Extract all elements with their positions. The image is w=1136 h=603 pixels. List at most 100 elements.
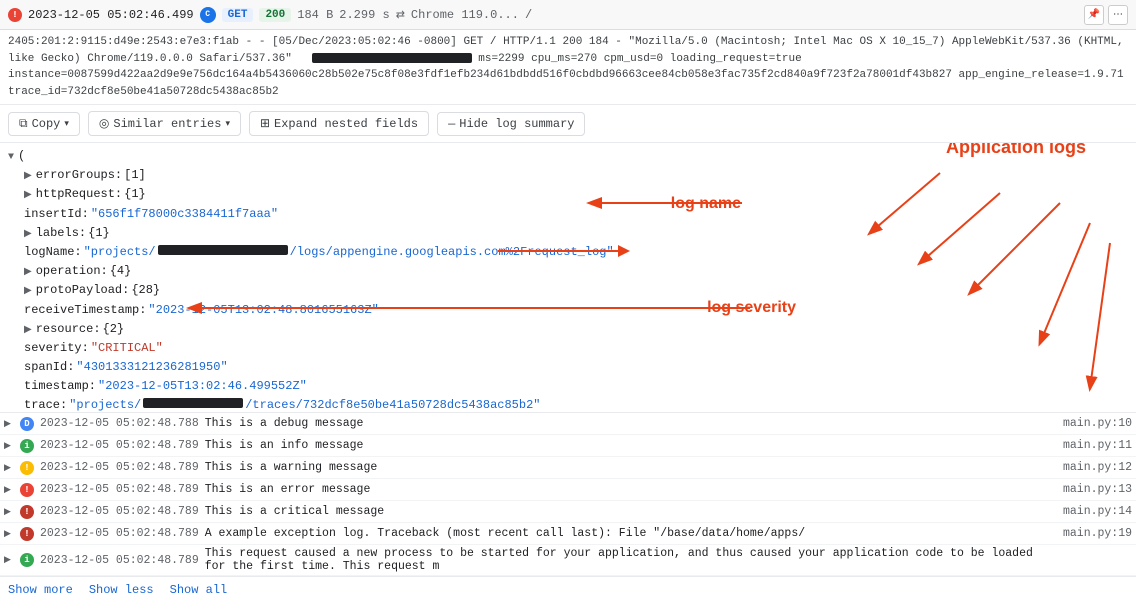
json-receive-timestamp: receiveTimestamp: "2023-12-05T13:02:48.8… [8,301,1128,320]
entry-message: This is an info message [205,439,1036,452]
entry-message: This request caused a new process to be … [205,547,1036,573]
json-http-request: ▶ httpRequest: {1} [8,185,1128,204]
entry-message: This is an error message [205,483,1036,496]
log-entry[interactable]: ▶ i 2023-12-05 05:02:48.789 This request… [0,545,1136,576]
entry-file: main.py:13 [1042,483,1132,496]
entry-timestamp: 2023-12-05 05:02:48.788 [40,417,199,430]
log-entries-list: ▶ D 2023-12-05 05:02:48.788 This is a de… [0,413,1136,576]
entry-file: main.py:12 [1042,461,1132,474]
show-more-button[interactable]: Show more [8,583,73,597]
entry-timestamp: 2023-12-05 05:02:48.789 [40,461,199,474]
expand-icon[interactable]: ▶ [4,507,14,517]
copy-icon: ⧉ [19,117,28,131]
expand-icon[interactable]: ▶ [24,323,32,339]
entry-message: A example exception log. Traceback (most… [205,527,1036,540]
log-entry[interactable]: ▶ ! 2023-12-05 05:02:48.789 This is an e… [0,479,1136,501]
entry-message: This is a critical message [205,505,1036,518]
log-entry[interactable]: ▶ ! 2023-12-05 05:02:48.789 This is a cr… [0,501,1136,523]
similar-chevron-icon: ▾ [225,119,230,129]
expand-icon[interactable]: ▶ [4,529,14,539]
expand-icon[interactable]: ▶ [4,463,14,473]
json-insert-id: insertId: "656f1f78000c3384411f7aaa" [8,205,1128,224]
log-meta-line1: 2405:201:2:9115:d49e:2543:e7e3:f1ab - - … [8,34,1128,67]
hide-log-summary-button[interactable]: — Hide log summary [437,112,585,136]
expand-icon[interactable]: ▶ [4,485,14,495]
severity-icon-info: i [20,553,34,567]
path-separator: / [525,8,532,22]
show-all-button[interactable]: Show all [170,583,228,597]
more-options-button[interactable]: ⋯ [1108,5,1128,25]
pin-button[interactable]: 📌 [1084,5,1104,25]
copy-chevron-icon: ▾ [64,119,69,129]
root-collapse-icon[interactable]: ▼ [8,150,14,166]
expand-icon[interactable]: ▶ [4,555,14,565]
entry-timestamp: 2023-12-05 05:02:48.789 [40,527,199,540]
json-timestamp: timestamp: "2023-12-05T13:02:46.499552Z" [8,377,1128,396]
severity-icon-critical: ! [20,527,34,541]
entry-timestamp: 2023-12-05 05:02:48.789 [40,554,199,567]
json-viewer: ▼ ( ▶ errorGroups: [1] ▶ httpRequest: {1… [0,143,1136,413]
hide-label: Hide log summary [459,117,574,131]
json-operation: ▶ operation: {4} [8,262,1128,281]
hide-icon: — [448,117,455,131]
expand-icon[interactable]: ▶ [4,441,14,451]
log-meta-line4: trace_id=732dcf8e50be41a50728dc5438ac85b… [8,84,1128,101]
http-status-badge: 200 [259,8,291,22]
json-span-id: spanId: "4301333121236281950" [8,358,1128,377]
response-time: 2.299 s [339,8,389,22]
copy-button[interactable]: ⧉ Copy ▾ [8,112,80,136]
expand-icon[interactable]: ▶ [24,227,32,243]
similar-label: Similar entries [113,117,221,131]
json-proto-payload: ▶ protoPayload: {28} [8,281,1128,300]
response-size: 184 B [297,8,333,22]
entry-timestamp: 2023-12-05 05:02:48.789 [40,505,199,518]
expand-icon[interactable]: ▶ [24,188,32,204]
json-error-groups: ▶ errorGroups: [1] [8,166,1128,185]
redacted-trace-project [143,398,243,408]
show-less-button[interactable]: Show less [89,583,154,597]
error-severity-icon: ! [8,8,22,22]
top-bar: ! 2023-12-05 05:02:46.499 C GET 200 184 … [0,0,1136,30]
json-log-name: logName: "projects//logs/appengine.googl… [8,243,1128,262]
entry-file: main.py:19 [1042,527,1132,540]
redacted-host [312,53,472,63]
top-bar-actions: 📌 ⋯ [1084,5,1128,25]
json-resource: ▶ resource: {2} [8,320,1128,339]
transfer-icon: ⇄ [396,8,405,22]
severity-icon-critical: ! [20,505,34,519]
chrome-icon: C [200,7,216,23]
log-timestamp: 2023-12-05 05:02:46.499 [28,8,194,22]
severity-icon-info: i [20,439,34,453]
log-entry[interactable]: ▶ i 2023-12-05 05:02:48.789 This is an i… [0,435,1136,457]
similar-entries-button[interactable]: ◎ Similar entries ▾ [88,111,241,136]
browser-info: Chrome 119.0... [411,8,519,22]
expand-icon[interactable]: ▶ [4,419,14,429]
redacted-project-id [158,245,288,255]
log-entry[interactable]: ▶ ! 2023-12-05 05:02:48.789 This is a wa… [0,457,1136,479]
log-meta-line3: instance=0087599d422aa2d9e9e756dc164a4b5… [8,67,1128,84]
similar-icon: ◎ [99,116,109,131]
copy-label: Copy [32,117,61,131]
entry-file: main.py:11 [1042,439,1132,452]
log-entry[interactable]: ▶ D 2023-12-05 05:02:48.788 This is a de… [0,413,1136,435]
expand-icon[interactable]: ▶ [24,169,32,185]
expand-icon: ⊞ [260,116,270,131]
json-trace: trace: "projects//traces/732dcf8e50be41a… [8,396,1128,413]
json-root-open: ▼ ( [8,147,1128,166]
http-method-badge: GET [222,8,254,22]
expand-nested-button[interactable]: ⊞ Expand nested fields [249,111,429,136]
top-bar-left: ! 2023-12-05 05:02:46.499 C GET 200 184 … [8,7,532,23]
entry-message: This is a warning message [205,461,1036,474]
entry-timestamp: 2023-12-05 05:02:48.789 [40,439,199,452]
entry-timestamp: 2023-12-05 05:02:48.789 [40,483,199,496]
severity-icon-warning: ! [20,461,34,475]
toolbar: ⧉ Copy ▾ ◎ Similar entries ▾ ⊞ Expand ne… [0,105,1136,143]
severity-icon-debug: D [20,417,34,431]
log-meta: 2405:201:2:9115:d49e:2543:e7e3:f1ab - - … [0,30,1136,105]
log-entry[interactable]: ▶ ! 2023-12-05 05:02:48.789 A example ex… [0,523,1136,545]
json-severity: severity: "CRITICAL" [8,339,1128,358]
expand-icon[interactable]: ▶ [24,284,32,300]
expand-label: Expand nested fields [274,117,418,131]
severity-icon-error: ! [20,483,34,497]
expand-icon[interactable]: ▶ [24,265,32,281]
